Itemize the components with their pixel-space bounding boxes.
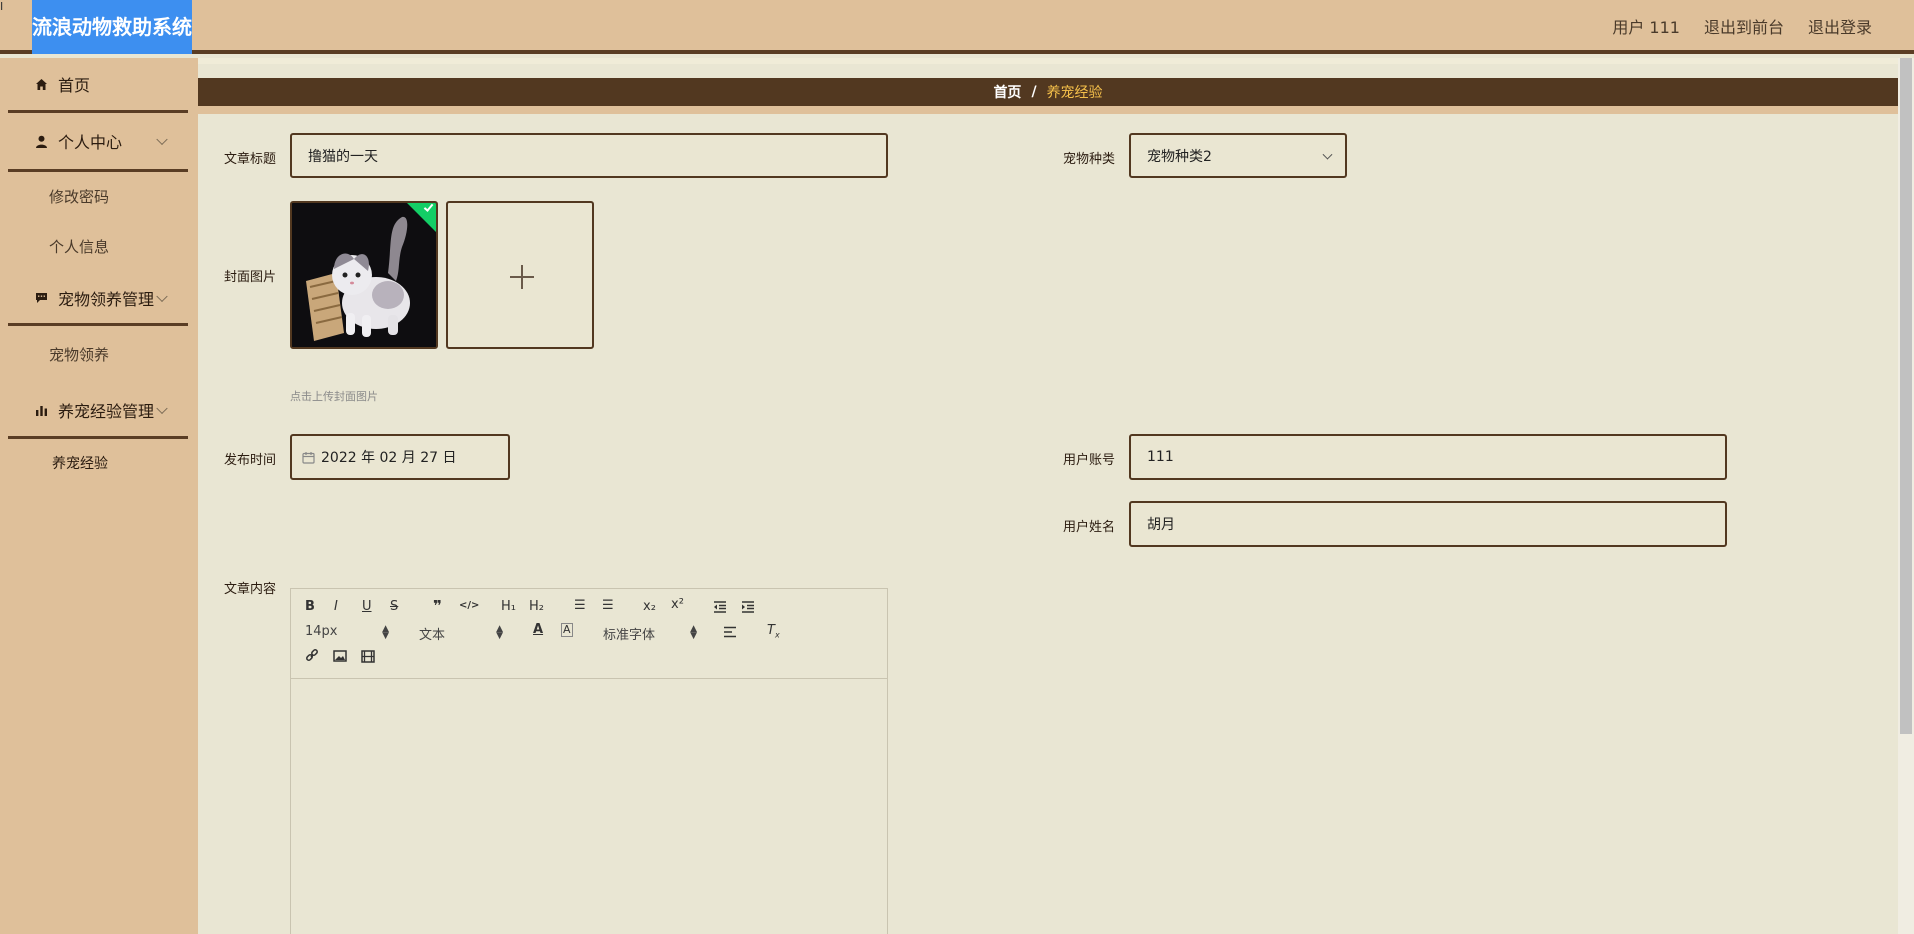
breadcrumb-current: 养宠经验 (1046, 85, 1103, 101)
outdent-icon[interactable] (713, 601, 727, 617)
plus-icon-vertical (521, 265, 523, 289)
account-label: 用户账号 (1062, 453, 1115, 468)
sidebar: 首页 个人中心 修改密码 个人信息 宠物领养管理 宠物领养 养宠经验管理 养宠经… (0, 58, 198, 934)
publish-date-value: 2022 年 02 月 27 日 (321, 450, 457, 466)
pet-type-select[interactable]: 宠物种类2 (1129, 133, 1347, 178)
updown-icon: ▲ ▼ (382, 624, 389, 641)
title-label: 文章标题 (223, 152, 276, 167)
cat-photo (292, 203, 436, 347)
logout-link[interactable]: 退出登录 (1808, 14, 1872, 38)
updown-icon: ▲ ▼ (690, 624, 697, 641)
check-icon (423, 203, 434, 212)
breadcrumb: 首页 / 养宠经验 (198, 78, 1898, 114)
sidebar-item-pet-adopt[interactable]: 宠物领养 (0, 326, 198, 384)
sidebar-item-label: 养宠经验管理 (58, 402, 155, 421)
cover-label: 封面图片 (223, 270, 276, 285)
corner-mark: I (0, 0, 4, 13)
sidebar-item-pet-exp[interactable]: 养宠经验 (0, 439, 198, 489)
font-family-value: 标准字体 (603, 628, 656, 643)
underline-button[interactable]: U (362, 599, 372, 614)
user-label: 用户 111 (1612, 18, 1680, 37)
video-icon[interactable] (361, 650, 375, 667)
sidebar-group-personal: 个人中心 (8, 113, 188, 172)
content-label: 文章内容 (223, 582, 276, 597)
font-family-select[interactable]: 标准字体 ▲ ▼ (603, 624, 697, 644)
sidebar-item-label: 首页 (58, 76, 91, 95)
chevron-down-icon (1322, 149, 1333, 160)
superscript-button[interactable]: x² (671, 597, 684, 612)
breadcrumb-home[interactable]: 首页 (993, 82, 1021, 102)
scrollbar-thumb[interactable] (1900, 58, 1912, 734)
pet-type-label: 宠物种类 (1062, 152, 1115, 167)
chevron-down-icon (156, 402, 168, 415)
editor-content-area[interactable] (291, 679, 887, 934)
sidebar-group-pet-exp: 养宠经验管理 (8, 384, 188, 439)
editor-toolbar: B I U S ❞ </> H₁ H₂ ☰ ☰ x₂ x² 14px ▲ ▼ 文本 (291, 589, 887, 679)
bullet-list-button[interactable]: ☰ (602, 598, 614, 613)
link-icon[interactable] (305, 649, 319, 667)
rich-text-editor: B I U S ❞ </> H₁ H₂ ☰ ☰ x₂ x² 14px ▲ ▼ 文本 (290, 588, 888, 934)
top-header: I 流浪动物救助系统 用户 111 退出到前台 退出登录 (0, 0, 1914, 54)
sidebar-item-home[interactable]: 首页 (8, 58, 188, 110)
title-input[interactable]: 撸猫的一天 (290, 133, 888, 178)
pet-type-value: 宠物种类2 (1147, 148, 1212, 165)
font-color-icon[interactable]: A (533, 622, 543, 637)
breadcrumb-separator: / (1031, 84, 1037, 100)
sidebar-item-label: 宠物领养管理 (58, 289, 155, 309)
code-block-button[interactable]: </> (459, 600, 479, 611)
clear-format-icon[interactable]: Tx (767, 623, 780, 640)
header2-button[interactable]: H₂ (529, 599, 544, 614)
message-icon (34, 291, 48, 305)
bar-chart-icon (34, 403, 48, 417)
sidebar-item-personal-center[interactable]: 个人中心 (8, 113, 188, 169)
header-links: 用户 111 退出到前台 退出登录 (1612, 0, 1872, 52)
image-icon[interactable] (333, 650, 347, 666)
publish-label: 发布时间 (223, 453, 276, 468)
back-to-front-link[interactable]: 退出到前台 (1704, 14, 1784, 38)
home-icon (34, 77, 48, 91)
align-icon[interactable] (723, 626, 737, 642)
app-logo-title: 流浪动物救助系统 (32, 0, 192, 54)
name-input[interactable]: 胡月 (1129, 501, 1727, 547)
updown-icon: ▲ ▼ (496, 624, 503, 641)
sidebar-item-personal-info[interactable]: 个人信息 (0, 222, 198, 272)
publish-date-picker[interactable]: 2022 年 02 月 27 日 (290, 434, 510, 480)
chevron-down-icon (156, 290, 168, 302)
strike-button[interactable]: S (390, 599, 398, 614)
sidebar-item-pet-exp-mgmt[interactable]: 养宠经验管理 (8, 384, 188, 436)
chevron-down-icon (156, 133, 168, 146)
user-icon (34, 134, 48, 148)
subscript-button[interactable]: x₂ (643, 599, 656, 614)
ordered-list-button[interactable]: ☰ (574, 598, 586, 613)
font-size-value: 14px (305, 624, 338, 639)
bold-button[interactable]: B (305, 599, 315, 614)
header-select[interactable]: 文本 ▲ ▼ (419, 624, 503, 644)
sidebar-item-label: 个人中心 (58, 133, 123, 152)
upload-cover-button[interactable] (446, 201, 594, 349)
sidebar-group-pet-adopt: 宠物领养管理 (8, 272, 188, 326)
cover-image-thumbnail[interactable] (290, 201, 438, 349)
sidebar-item-pet-adopt-mgmt[interactable]: 宠物领养管理 (8, 272, 188, 323)
main-content: 首页 / 养宠经验 文章标题 撸猫的一天 宠物种类 宠物种类2 封面图片 点击上… (198, 58, 1898, 934)
account-input[interactable]: 111 (1129, 434, 1727, 480)
header-select-value: 文本 (419, 628, 446, 643)
header1-button[interactable]: H₁ (501, 599, 516, 614)
cover-upload-hint: 点击上传封面图片 (290, 390, 378, 403)
font-size-select[interactable]: 14px ▲ ▼ (305, 624, 389, 641)
background-color-icon[interactable]: A (561, 623, 573, 637)
indent-icon[interactable] (741, 601, 755, 617)
sidebar-group-home: 首页 (8, 58, 188, 113)
sidebar-item-change-password[interactable]: 修改密码 (0, 172, 198, 222)
blockquote-button[interactable]: ❞ (433, 597, 442, 615)
italic-button[interactable]: I (334, 599, 338, 614)
top-strip (198, 58, 1898, 64)
calendar-icon (302, 451, 315, 464)
name-label: 用户姓名 (1062, 520, 1115, 535)
